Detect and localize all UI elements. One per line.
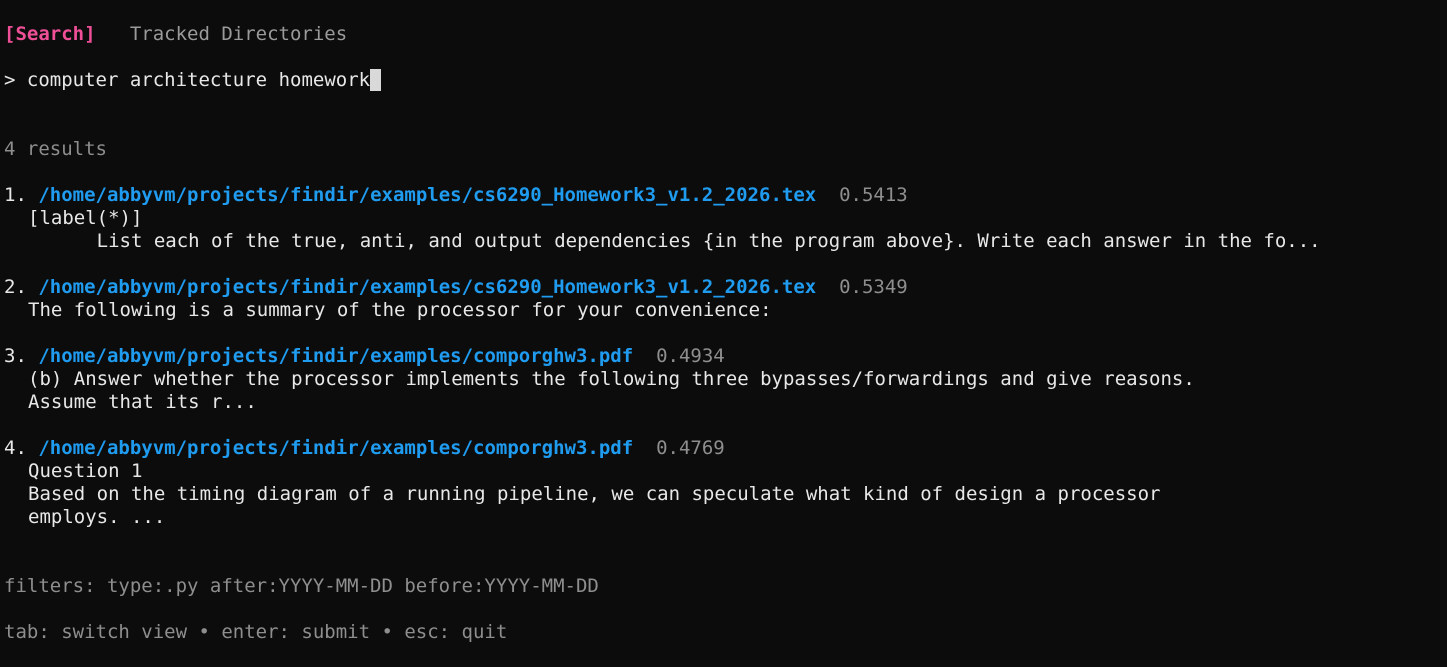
result-snippet-line: Question 1 xyxy=(28,460,143,482)
tab-search[interactable]: [Search] xyxy=(4,23,96,45)
result-index: 1. xyxy=(4,184,27,206)
result-snippet-line: [label(*)] xyxy=(28,207,143,229)
result-snippet-line: employs. ... xyxy=(28,506,166,528)
result-path-link[interactable]: /home/abbyvm/projects/findir/examples/cs… xyxy=(38,184,816,206)
result-header[interactable]: 2. /home/abbyvm/projects/findir/examples… xyxy=(4,276,908,299)
result-snippet-line: List each of the true, anti, and output … xyxy=(28,230,1321,252)
result-snippet-line: Based on the timing diagram of a running… xyxy=(28,483,1161,505)
result-header[interactable]: 1. /home/abbyvm/projects/findir/examples… xyxy=(4,184,908,207)
result-index: 3. xyxy=(4,345,27,367)
result-score: 0.5349 xyxy=(839,276,908,298)
result-header[interactable]: 4. /home/abbyvm/projects/findir/examples… xyxy=(4,437,725,460)
tab-bar: [Search] Tracked Directories xyxy=(4,23,347,46)
result-score: 0.4769 xyxy=(656,437,725,459)
prompt-symbol: > xyxy=(4,69,16,91)
search-query-text[interactable]: computer architecture homework xyxy=(27,69,370,91)
result-snippet-line: Assume that its r... xyxy=(28,391,257,413)
result-snippet-line: (b) Answer whether the processor impleme… xyxy=(28,368,1195,390)
result-header[interactable]: 3. /home/abbyvm/projects/findir/examples… xyxy=(4,345,725,368)
result-score: 0.5413 xyxy=(839,184,908,206)
result-index: 2. xyxy=(4,276,27,298)
filters-hint: filters: type:.py after:YYYY-MM-DD befor… xyxy=(4,575,599,597)
result-path-link[interactable]: /home/abbyvm/projects/findir/examples/co… xyxy=(38,345,633,367)
search-input[interactable]: > computer architecture homework xyxy=(4,69,382,92)
text-cursor xyxy=(370,69,382,91)
result-score: 0.4934 xyxy=(656,345,725,367)
tab-tracked-directories[interactable]: Tracked Directories xyxy=(130,23,347,45)
keybinding-help: tab: switch view • enter: submit • esc: … xyxy=(4,621,508,643)
results-count: 4 results xyxy=(4,138,107,160)
result-path-link[interactable]: /home/abbyvm/projects/findir/examples/co… xyxy=(38,437,633,459)
result-index: 4. xyxy=(4,437,27,459)
result-snippet-line: The following is a summary of the proces… xyxy=(28,299,772,321)
result-path-link[interactable]: /home/abbyvm/projects/findir/examples/cs… xyxy=(38,276,816,298)
